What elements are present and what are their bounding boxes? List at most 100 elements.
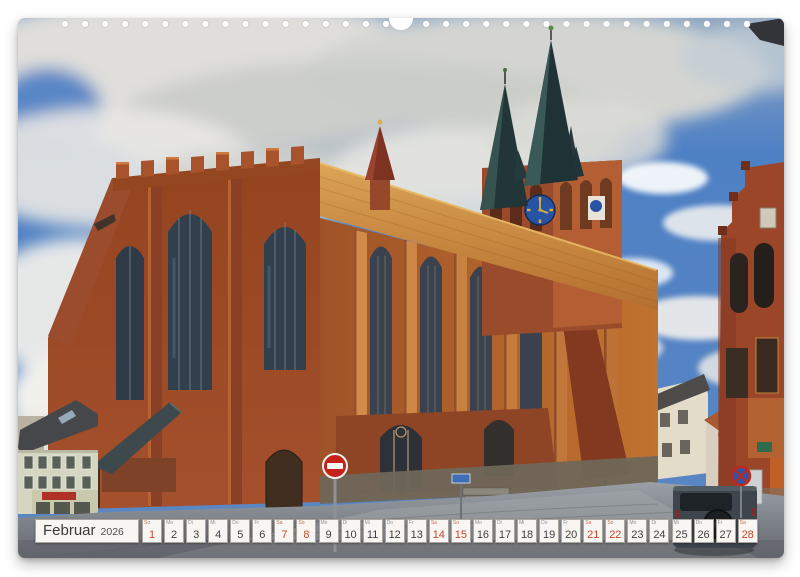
day-number: 27	[717, 529, 735, 541]
day-number: 17	[496, 529, 514, 541]
calendar-day-cell: Mo 23	[627, 519, 647, 543]
day-number: 6	[253, 529, 271, 541]
binding-hole	[724, 21, 731, 28]
year-label: 2026	[101, 526, 124, 538]
day-number: 10	[342, 529, 360, 541]
month-label: Februar	[43, 520, 96, 541]
day-number: 2	[165, 529, 183, 541]
day-number: 9	[320, 529, 338, 541]
weekday-abbr: Fr	[254, 520, 259, 527]
calendar-day-cell: Mo 9	[319, 519, 339, 543]
binding-hole	[463, 21, 470, 28]
binding-hole	[603, 21, 610, 28]
calendar-day-cell: Do 19	[539, 519, 559, 543]
calendar-day-cell: Mi18	[517, 519, 537, 543]
weekday-abbr: Mi	[674, 520, 679, 527]
binding-hole	[704, 21, 711, 28]
calendar-day-cell: Do 26	[694, 519, 714, 543]
calendar-day-cell: Mi 25	[672, 519, 692, 543]
calendar-day-cell: Fr 6	[252, 519, 272, 543]
day-number: 8	[297, 529, 315, 541]
calendar-day-cell: Mi 4	[208, 519, 228, 543]
binding-hole	[523, 21, 530, 28]
binding-hole	[663, 21, 670, 28]
weekday-abbr: Mi	[519, 520, 524, 527]
weekday-abbr: Do	[541, 520, 547, 527]
left-buildings	[18, 400, 98, 514]
calendar-day-cell: Di 3	[186, 519, 206, 543]
calendar-day-cell: Mo2	[164, 519, 184, 543]
day-number: 3	[187, 529, 205, 541]
binding-hole	[82, 21, 89, 28]
weekday-abbr: Do	[387, 520, 393, 527]
binding-hole	[342, 21, 349, 28]
calendar-day-cell: So 8	[296, 519, 316, 543]
binding-hole	[282, 21, 289, 28]
binding-hole	[423, 21, 430, 28]
calendar-day-cell: Mi 11	[363, 519, 383, 543]
binding-hole	[643, 21, 650, 28]
day-number: 4	[209, 529, 227, 541]
weekday-abbr: Mo	[629, 520, 636, 527]
binding-hole	[443, 21, 450, 28]
weekday-abbr: Do	[696, 520, 702, 527]
weekday-abbr: Di	[343, 520, 348, 527]
weekday-abbr: Sa	[740, 520, 746, 527]
weekday-abbr: Di	[651, 520, 656, 527]
shop-sign	[42, 492, 76, 500]
weekday-abbr: Fr	[718, 520, 723, 527]
weekday-abbr: Mo	[321, 520, 328, 527]
month-box: Februar 2026	[35, 519, 139, 543]
calendar-day-cell: Di17	[495, 519, 515, 543]
weekday-abbr: Fr	[409, 520, 414, 527]
weekday-abbr: Di	[188, 520, 193, 527]
day-number: 22	[606, 529, 624, 541]
calendar-day-cell: Di 10	[341, 519, 361, 543]
weekday-abbr: So	[453, 520, 459, 527]
day-number: 24	[650, 529, 668, 541]
weekday-abbr: Do	[232, 520, 238, 527]
binding-hole	[62, 21, 69, 28]
weekday-abbr: So	[298, 520, 304, 527]
binding-hole	[222, 21, 229, 28]
calendar-day-cell: So1	[142, 519, 162, 543]
binding-hole	[583, 21, 590, 28]
binding-hole	[383, 21, 390, 28]
day-number: 19	[540, 529, 558, 541]
day-number: 25	[673, 529, 691, 541]
binding-hole	[563, 21, 570, 28]
calendar-day-cell: So15	[451, 519, 471, 543]
binding-hole	[744, 21, 751, 28]
binding-hole	[162, 21, 169, 28]
calendar-day-cell: So22	[605, 519, 625, 543]
binding-hole	[302, 21, 309, 28]
calendar-day-cell: Mo16	[473, 519, 493, 543]
weekday-abbr: Sa	[431, 520, 437, 527]
calendar-day-cell: Di 24	[649, 519, 669, 543]
day-number: 11	[364, 529, 382, 541]
binding-hole	[242, 21, 249, 28]
day-number: 5	[231, 529, 249, 541]
calendar-day-cell: Do12	[385, 519, 405, 543]
weekday-abbr: Mo	[475, 520, 482, 527]
calendar-day-cell: Fr20	[561, 519, 581, 543]
weekday-abbr: Fr	[563, 520, 568, 527]
binding-hole	[102, 21, 109, 28]
day-cells: So1Mo2Di3Mi4Do5Fr6Sa7So8Mo9Di10Mi11Do12F…	[142, 519, 758, 543]
weekday-abbr: Mi	[210, 520, 215, 527]
binding-hole	[543, 21, 550, 28]
day-number: 14	[430, 529, 448, 541]
green-street-sign	[757, 442, 772, 452]
binding-hole	[483, 21, 490, 28]
day-number: 13	[408, 529, 426, 541]
binding-hole	[122, 21, 129, 28]
binding-hole	[503, 21, 510, 28]
binding-hole	[182, 21, 189, 28]
day-number: 26	[695, 529, 713, 541]
day-number: 23	[628, 529, 646, 541]
weekday-abbr: Mi	[365, 520, 370, 527]
binding-hole	[363, 21, 370, 28]
binding-hole	[322, 21, 329, 28]
calendar-day-cell: Sa28	[738, 519, 758, 543]
binding-hole	[262, 21, 269, 28]
